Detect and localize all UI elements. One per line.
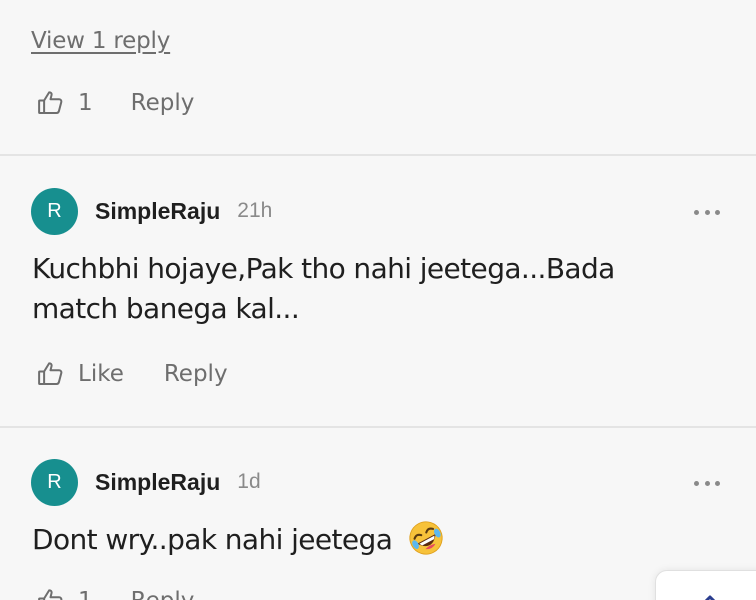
like-button[interactable]: 1 bbox=[36, 586, 93, 600]
comment-header: R SimpleRaju 1d bbox=[31, 458, 261, 506]
thumbs-up-icon bbox=[38, 589, 63, 600]
reply-button[interactable]: Reply bbox=[164, 361, 228, 387]
reply-button[interactable]: Reply bbox=[131, 588, 195, 600]
timestamp: 1d bbox=[237, 470, 261, 493]
comment-text: Dont wry..pak nahi jeetega bbox=[32, 523, 393, 556]
comment-text: Kuchbhi hojaye,Pak tho nahi jeetega...Ba… bbox=[32, 252, 615, 325]
reply-button[interactable]: Reply bbox=[131, 90, 195, 116]
like-button[interactable]: Like bbox=[36, 359, 124, 389]
avatar[interactable]: R bbox=[31, 458, 78, 506]
comment-header: R SimpleRaju 21h bbox=[31, 187, 272, 235]
like-count: 1 bbox=[78, 588, 93, 600]
username[interactable]: SimpleRaju bbox=[95, 198, 220, 225]
like-count: 1 bbox=[78, 90, 93, 116]
comments-page: View 1 reply 1 Reply R SimpleRaju 21h Ku… bbox=[0, 0, 756, 600]
more-options-icon[interactable] bbox=[694, 478, 720, 488]
divider bbox=[0, 426, 756, 428]
prev-comment-actions: 1 Reply bbox=[36, 86, 194, 120]
more-options-icon[interactable] bbox=[694, 207, 720, 217]
comment-text-row: Dont wry..pak nahi jeetega bbox=[32, 519, 682, 560]
arrow-up-icon bbox=[704, 595, 716, 600]
thumbs-up-icon bbox=[38, 91, 63, 114]
rolling-on-floor-laughing-icon bbox=[408, 521, 443, 555]
view-replies-link[interactable]: View 1 reply bbox=[31, 28, 170, 54]
comment-actions: Like Reply bbox=[36, 357, 228, 391]
divider bbox=[0, 154, 756, 156]
username[interactable]: SimpleRaju bbox=[95, 469, 220, 496]
timestamp: 21h bbox=[237, 199, 273, 222]
like-label: Like bbox=[78, 361, 124, 387]
scroll-to-top-button[interactable] bbox=[655, 570, 756, 600]
thumbs-up-icon bbox=[38, 362, 63, 385]
avatar[interactable]: R bbox=[31, 187, 78, 235]
comment-actions: 1 Reply bbox=[36, 584, 194, 600]
like-button[interactable]: 1 bbox=[36, 88, 93, 118]
